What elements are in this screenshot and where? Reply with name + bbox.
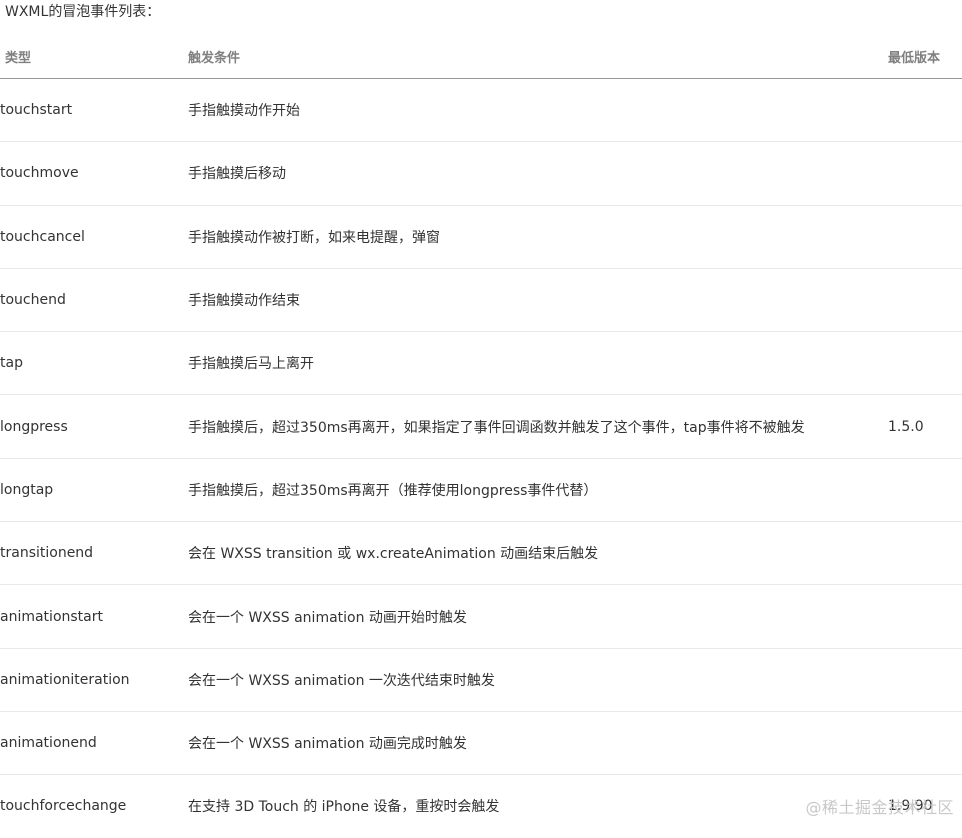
min-version-cell [888, 458, 962, 523]
trigger-condition-cell: 在支持 3D Touch 的 iPhone 设备，重按时会触发 [188, 799, 500, 816]
trigger-condition-cell: 会在一个 WXSS animation 动画完成时触发 [188, 711, 888, 776]
table-row: touchstart 手指触摸动作开始 [0, 78, 962, 143]
trigger-condition-cell: 手指触摸后移动 [188, 141, 888, 206]
trigger-condition-cell: 手指触摸动作被打断，如来电提醒，弹窗 [188, 205, 888, 269]
trigger-condition-cell: 手指触摸后，超过350ms再离开（推荐使用longpress事件代替） [188, 458, 888, 523]
trigger-condition-cell: 手指触摸后马上离开 [188, 331, 888, 396]
table-row: animationend 会在一个 WXSS animation 动画完成时触发 [0, 711, 962, 776]
trigger-condition-cell: 会在一个 WXSS animation 动画开始时触发 [188, 584, 888, 649]
event-type-cell: longpress [0, 394, 188, 459]
event-type-cell: touchstart [0, 78, 188, 143]
trigger-condition-cell: 会在 WXSS transition 或 wx.createAnimation … [188, 521, 888, 586]
event-type-cell: transitionend [0, 521, 188, 586]
table-row: transitionend 会在 WXSS transition 或 wx.cre… [0, 521, 962, 586]
table-row: touchend 手指触摸动作结束 [0, 268, 962, 333]
min-version-cell [888, 584, 962, 649]
table-row: touchmove 手指触摸后移动 [0, 141, 962, 206]
trigger-condition-cell: 手指触摸动作结束 [188, 268, 888, 333]
event-type-cell: touchforcechange [0, 798, 127, 815]
min-version-cell: 1.5.0 [888, 394, 962, 459]
table-row: touchcancel 手指触摸动作被打断，如来电提醒，弹窗 [0, 205, 962, 269]
event-type-cell: tap [0, 331, 188, 396]
min-version-cell [888, 711, 962, 776]
min-version-cell [888, 521, 962, 586]
event-type-cell: touchcancel [0, 205, 188, 269]
event-type-cell: animationend [0, 711, 188, 776]
column-header-version: 最低版本 [888, 35, 962, 79]
min-version-cell [888, 78, 962, 143]
table-row: tap 手指触摸后马上离开 [0, 331, 962, 396]
min-version-cell [888, 648, 962, 712]
min-version-cell [888, 331, 962, 396]
watermark: @稀土掘金技术社区 [805, 798, 954, 817]
table-row: longtap 手指触摸后，超过350ms再离开（推荐使用longpress事件代… [0, 458, 962, 523]
column-header-condition: 触发条件 [188, 35, 888, 79]
table-body: touchstart 手指触摸动作开始 touchmove 手指触摸后移动 touchc… [0, 78, 962, 838]
trigger-condition-cell: 会在一个 WXSS animation 一次迭代结束时触发 [188, 648, 888, 712]
trigger-condition-cell: 手指触摸后，超过350ms再离开，如果指定了事件回调函数并触发了这个事件，tap… [188, 394, 888, 459]
min-version-cell [888, 141, 962, 206]
event-type-cell: animationstart [0, 584, 188, 649]
bubble-events-table: 类型 触发条件 最低版本 touchstart 手指触摸动作开始 touchmove… [0, 35, 962, 838]
table-row: longpress 手指触摸后，超过350ms再离开，如果指定了事件回调函数并触发… [0, 394, 962, 459]
table-header: 类型 触发条件 最低版本 [0, 35, 962, 79]
trigger-condition-cell: 手指触摸动作开始 [188, 78, 888, 143]
event-type-cell: longtap [0, 458, 188, 523]
page-title: WXML的冒泡事件列表： [5, 4, 161, 20]
table-row: animationiteration 会在一个 WXSS animation 一次… [0, 648, 962, 712]
event-type-cell: touchend [0, 268, 188, 333]
table-row: animationstart 会在一个 WXSS animation 动画开始时触… [0, 584, 962, 649]
column-header-type: 类型 [0, 35, 188, 79]
min-version-cell [888, 268, 962, 333]
event-type-cell: touchmove [0, 141, 188, 206]
event-type-cell: animationiteration [0, 648, 188, 712]
table-header-row: 类型 触发条件 最低版本 [0, 35, 962, 79]
min-version-cell [888, 205, 962, 269]
